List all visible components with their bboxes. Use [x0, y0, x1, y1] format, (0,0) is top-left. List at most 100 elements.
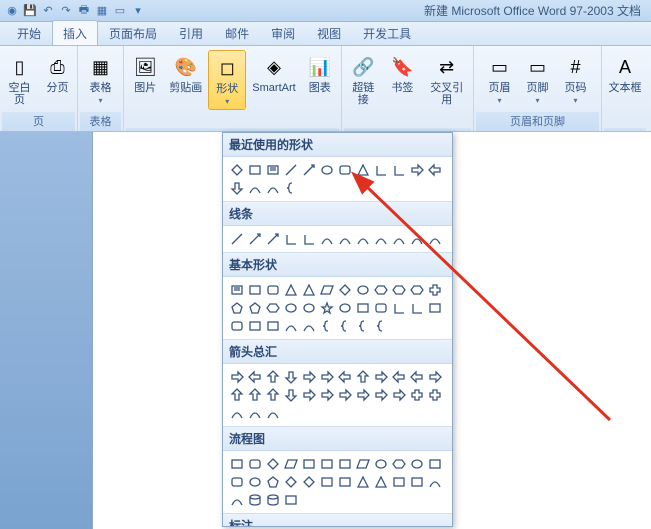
shape-curve[interactable]	[246, 179, 264, 197]
tab-insert[interactable]: 插入	[52, 20, 98, 45]
shape-uarrow[interactable]	[264, 368, 282, 386]
shape-rrect[interactable]	[228, 473, 246, 491]
undo-icon[interactable]: ↶	[40, 3, 56, 19]
qat-icon[interactable]: ▦	[94, 3, 110, 19]
shape-uarrow[interactable]	[354, 368, 372, 386]
shape-curve[interactable]	[282, 317, 300, 335]
shape-curve[interactable]	[354, 230, 372, 248]
shape-hex[interactable]	[264, 299, 282, 317]
shape-rarrow[interactable]	[426, 368, 444, 386]
shape-rect[interactable]	[246, 281, 264, 299]
shape-pent[interactable]	[228, 299, 246, 317]
shape-curve[interactable]	[264, 179, 282, 197]
shape-rect[interactable]	[300, 455, 318, 473]
shape-star[interactable]	[318, 299, 336, 317]
shape-rarrow[interactable]	[318, 386, 336, 404]
shape-rarrow[interactable]	[336, 386, 354, 404]
shape-rect[interactable]	[354, 299, 372, 317]
shape-curve[interactable]	[336, 230, 354, 248]
shape-tri[interactable]	[300, 281, 318, 299]
shape-L[interactable]	[408, 299, 426, 317]
redo-icon[interactable]: ↷	[58, 3, 74, 19]
shape-curve[interactable]	[408, 230, 426, 248]
shape-darrow[interactable]	[282, 368, 300, 386]
shape-larrow[interactable]	[426, 161, 444, 179]
shape-hex[interactable]	[408, 281, 426, 299]
shape-rect[interactable]	[318, 455, 336, 473]
shape-uarrow[interactable]	[228, 386, 246, 404]
shape-tri[interactable]	[282, 281, 300, 299]
shape-hex[interactable]	[390, 455, 408, 473]
shape-larrow[interactable]	[246, 368, 264, 386]
shape-curve[interactable]	[426, 230, 444, 248]
shape-larrow[interactable]	[408, 368, 426, 386]
shape-rect[interactable]	[246, 317, 264, 335]
picture-button[interactable]: 🖼图片	[127, 50, 163, 95]
shape-rect[interactable]	[318, 473, 336, 491]
shape-hex[interactable]	[372, 281, 390, 299]
shape-rarrow[interactable]	[390, 386, 408, 404]
shape-arrow[interactable]	[300, 161, 318, 179]
shape-curve[interactable]	[228, 491, 246, 509]
shape-oval[interactable]	[282, 299, 300, 317]
tab-view[interactable]: 视图	[306, 20, 352, 45]
shape-rrect[interactable]	[246, 455, 264, 473]
shape-curve[interactable]	[426, 473, 444, 491]
header-button[interactable]: ▭页眉▾	[482, 50, 518, 108]
shape-diam[interactable]	[300, 473, 318, 491]
shape-rarrow[interactable]	[372, 368, 390, 386]
shape-pent[interactable]	[264, 473, 282, 491]
shape-rect[interactable]	[264, 317, 282, 335]
shape-diam[interactable]	[336, 281, 354, 299]
shape-rarrow[interactable]	[318, 368, 336, 386]
hyperlink-button[interactable]: 🔗超链接	[344, 50, 382, 107]
shape-diam[interactable]	[264, 455, 282, 473]
save-icon[interactable]: 💾	[22, 3, 38, 19]
shape-rrect[interactable]	[372, 299, 390, 317]
shape-L[interactable]	[390, 299, 408, 317]
shape-rrect[interactable]	[264, 281, 282, 299]
shape-cyl[interactable]	[246, 491, 264, 509]
shape-brace[interactable]	[336, 317, 354, 335]
shape-rarrow[interactable]	[372, 386, 390, 404]
shape-arrow[interactable]	[246, 230, 264, 248]
shape-oval[interactable]	[354, 281, 372, 299]
shape-plus[interactable]	[408, 386, 426, 404]
shape-line[interactable]	[228, 230, 246, 248]
qat-icon[interactable]: ▭	[112, 3, 128, 19]
shape-curve[interactable]	[264, 404, 282, 422]
smartart-button[interactable]: ◈SmartArt	[248, 50, 299, 95]
shape-darrow[interactable]	[228, 179, 246, 197]
shape-rarrow[interactable]	[300, 368, 318, 386]
shape-rarrow[interactable]	[228, 368, 246, 386]
tab-layout[interactable]: 页面布局	[98, 20, 168, 45]
shape-rect[interactable]	[336, 455, 354, 473]
shape-rect[interactable]	[426, 299, 444, 317]
shape-rect[interactable]	[228, 455, 246, 473]
shape-rarrow[interactable]	[300, 386, 318, 404]
shape-para[interactable]	[354, 455, 372, 473]
shape-oval[interactable]	[246, 473, 264, 491]
blank-page-button[interactable]: ▯空白页	[2, 50, 38, 107]
shape-larrow[interactable]	[336, 368, 354, 386]
shape-oval[interactable]	[318, 161, 336, 179]
shape-tri[interactable]	[354, 473, 372, 491]
shape-rect[interactable]	[390, 473, 408, 491]
shape-oval[interactable]	[408, 455, 426, 473]
clipart-button[interactable]: 🎨剪贴画	[165, 50, 206, 95]
shape-hex[interactable]	[390, 281, 408, 299]
shape-oval[interactable]	[372, 455, 390, 473]
shape-brace[interactable]	[282, 179, 300, 197]
shape-curve[interactable]	[372, 230, 390, 248]
office-button[interactable]: ◉	[4, 3, 20, 19]
shape-uarrow[interactable]	[246, 386, 264, 404]
shape-curve[interactable]	[318, 230, 336, 248]
shape-L[interactable]	[390, 161, 408, 179]
shape-line[interactable]	[282, 161, 300, 179]
shape-L[interactable]	[372, 161, 390, 179]
shape-rect[interactable]	[336, 473, 354, 491]
shape-plus[interactable]	[426, 281, 444, 299]
shape-brace[interactable]	[354, 317, 372, 335]
cross-ref-button[interactable]: ⇄交叉引用	[422, 50, 471, 107]
shape-plus[interactable]	[426, 386, 444, 404]
